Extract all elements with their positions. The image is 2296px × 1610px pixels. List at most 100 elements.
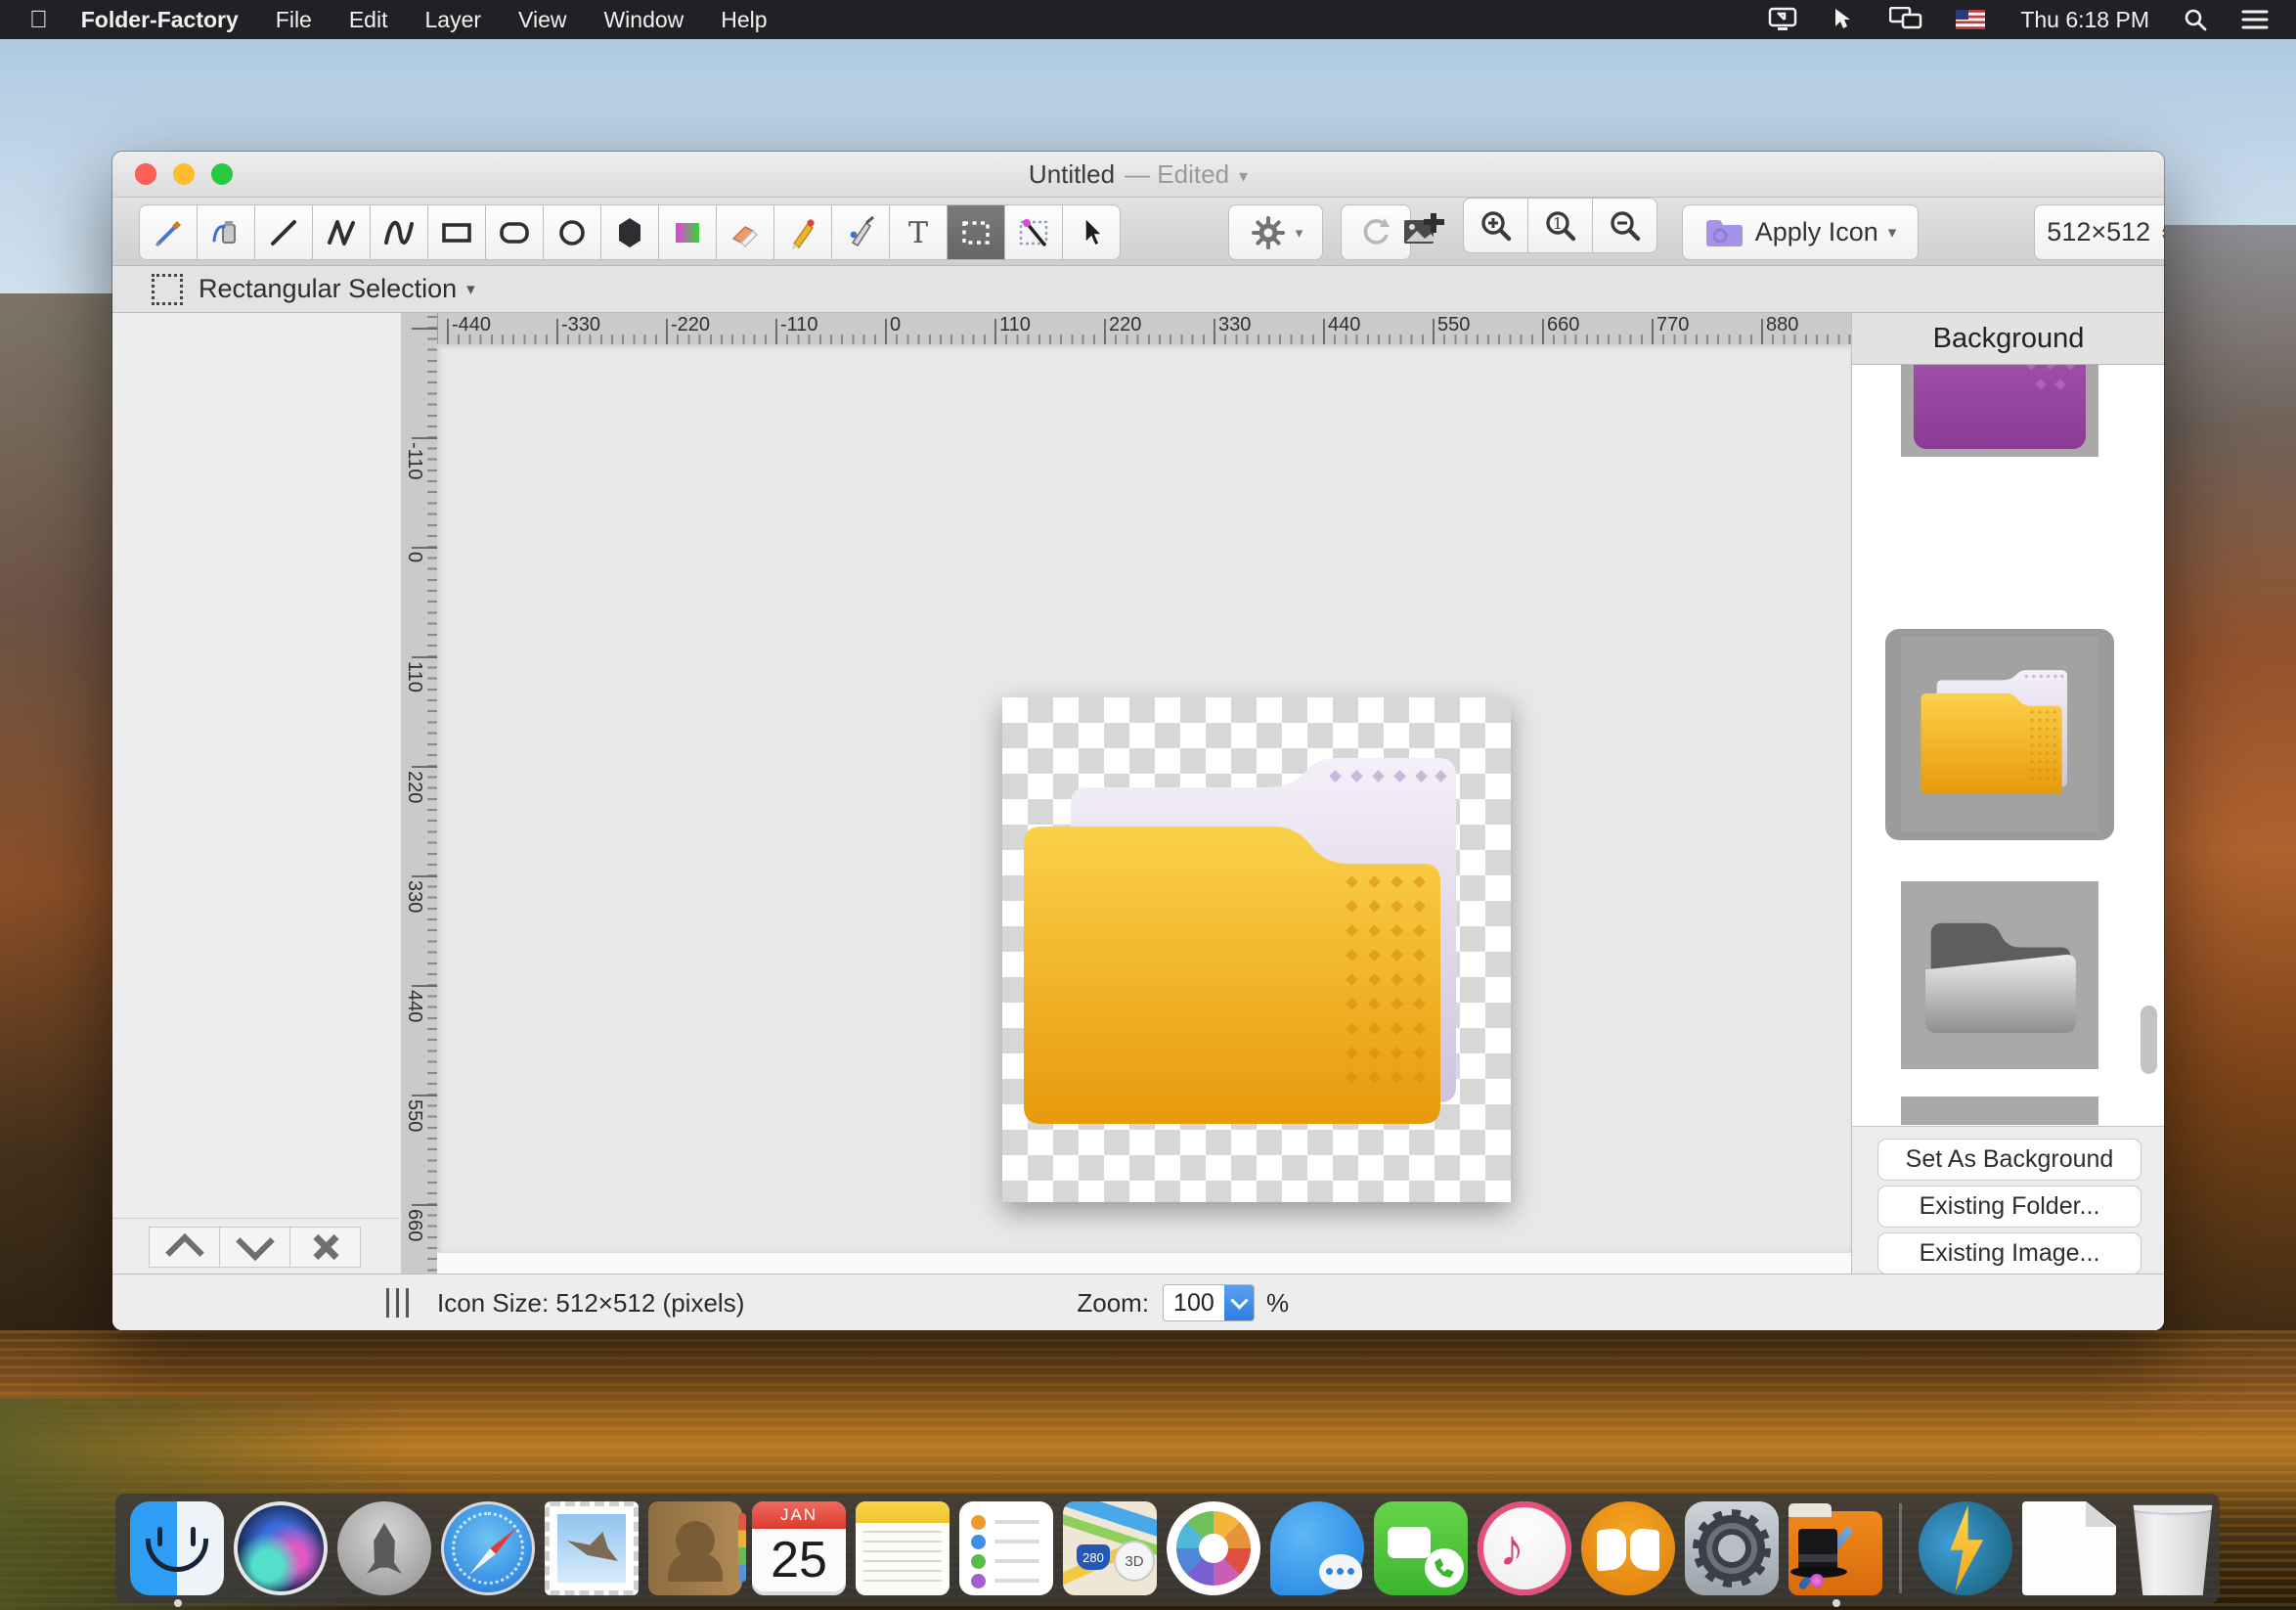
polygon-icon[interactable] [601, 204, 659, 260]
dock-item-photos[interactable] [1167, 1501, 1260, 1595]
ruler-label: 550 [403, 1099, 425, 1132]
dock-item-system-preferences[interactable] [1685, 1501, 1779, 1595]
background-list[interactable] [1852, 365, 2164, 1125]
horizontal-scrollbar[interactable] [437, 1252, 1851, 1275]
calendar-month: JAN [752, 1501, 846, 1529]
paint-bucket-icon[interactable] [198, 204, 255, 260]
chevron-down-icon[interactable]: ▾ [466, 280, 475, 299]
dock-item-safari[interactable] [441, 1501, 535, 1595]
eraser-icon[interactable] [717, 204, 774, 260]
dock-item-trash[interactable] [2126, 1501, 2220, 1595]
selection-mode-label[interactable]: Rectangular Selection [199, 274, 457, 304]
thumbnail-gray-folder[interactable] [1901, 881, 2098, 1069]
dock-item-siri[interactable] [234, 1501, 328, 1595]
dock-item-lightning-app[interactable] [1919, 1501, 2012, 1595]
dock-item-facetime[interactable] [1374, 1501, 1468, 1595]
zoom-actual-icon[interactable]: 1 [1528, 198, 1593, 253]
toolbar: T ▾ [112, 198, 2164, 266]
rect-selection-icon[interactable] [948, 204, 1005, 260]
menu-item-window[interactable]: Window [603, 7, 684, 33]
app-window: Untitled — Edited ▾ [112, 152, 2164, 1330]
menu-item-help[interactable]: Help [721, 7, 767, 33]
zoom-dropdown-button[interactable] [1224, 1285, 1254, 1320]
pencil-icon[interactable] [774, 204, 832, 260]
finder-icon [130, 1501, 224, 1595]
move-down-button[interactable] [220, 1227, 290, 1268]
apply-icon-button[interactable]: Apply Icon ▾ [1682, 204, 1919, 260]
menu-item-layer[interactable]: Layer [424, 7, 481, 33]
text-icon[interactable]: T [890, 204, 948, 260]
percent-label: % [1266, 1288, 1289, 1319]
scrollbar-thumb[interactable] [2141, 1006, 2157, 1074]
chevron-down-icon [236, 1223, 275, 1262]
gradient-icon[interactable] [659, 204, 717, 260]
cursor-arrow-icon[interactable] [1063, 204, 1121, 260]
set-as-background-button[interactable]: Set As Background [1877, 1139, 2141, 1181]
eyedropper-icon[interactable] [139, 204, 198, 260]
icon-size-stepper[interactable]: 512×512 ▴▾ [2034, 204, 2164, 260]
ruler-label: 330 [1218, 314, 1251, 336]
menu-item-file[interactable]: File [276, 7, 312, 33]
dock-item-contacts[interactable] [648, 1501, 742, 1595]
zigzag-icon[interactable] [313, 204, 371, 260]
ruler-label: 770 [1656, 314, 1689, 336]
dock-item-messages[interactable] [1270, 1501, 1364, 1595]
apple-menu[interactable]:  [29, 6, 48, 34]
curve-icon[interactable] [371, 204, 428, 260]
gear-menu-button[interactable]: ▾ [1228, 204, 1323, 260]
rectangle-icon[interactable] [428, 204, 486, 260]
dock-item-books[interactable] [1581, 1501, 1675, 1595]
rounded-rectangle-icon[interactable] [486, 204, 544, 260]
menu-item-view[interactable]: View [518, 7, 566, 33]
icon-canvas[interactable] [1002, 697, 1511, 1202]
chevron-up-icon [165, 1233, 204, 1273]
ellipse-icon[interactable] [544, 204, 601, 260]
maps-shield-label: 280 [1077, 1544, 1110, 1570]
apply-image-button[interactable] [1390, 204, 1458, 258]
dock-item-folder-factory[interactable] [1788, 1501, 1882, 1595]
thumbnail-yellow-folder-selected[interactable] [1885, 629, 2114, 840]
dock-item-finder[interactable] [130, 1501, 224, 1595]
background-list-scrollbar[interactable] [2133, 365, 2164, 1125]
notes-icon [856, 1501, 949, 1595]
knife-icon[interactable] [832, 204, 890, 260]
displays-icon[interactable] [1889, 7, 1922, 32]
menu-clock[interactable]: Thu 6:18 PM [2020, 7, 2149, 33]
status-bar: Icon Size: 512×512 (pixels) Zoom: 100 % [112, 1274, 2164, 1330]
books-icon [1581, 1501, 1675, 1595]
window-title: Untitled — Edited ▾ [112, 152, 2164, 197]
zoom-out-icon[interactable] [1593, 198, 1657, 253]
zoom-combobox[interactable]: 100 [1163, 1284, 1255, 1321]
dock-item-reminders[interactable] [959, 1501, 1053, 1595]
app-menu-title[interactable]: Folder-Factory [81, 7, 239, 33]
dock-item-mail[interactable] [545, 1501, 639, 1595]
notification-center-icon[interactable] [2241, 8, 2269, 31]
existing-image-button[interactable]: Existing Image... [1877, 1232, 2141, 1275]
photos-icon [1167, 1501, 1260, 1595]
existing-folder-button[interactable]: Existing Folder... [1877, 1185, 2141, 1228]
move-up-button[interactable] [149, 1227, 220, 1268]
us-flag-icon[interactable] [1956, 10, 1985, 29]
delete-button[interactable] [290, 1227, 361, 1268]
dock-item-notes[interactable] [856, 1501, 949, 1595]
magic-selection-icon[interactable] [1005, 204, 1063, 260]
thumbnail-purple-folder[interactable] [1901, 365, 2098, 457]
dock-item-document[interactable] [2022, 1501, 2116, 1595]
reminders-icon [959, 1501, 1053, 1595]
dock-item-launchpad[interactable] [337, 1501, 431, 1595]
dock-item-calendar[interactable]: JAN 25 [752, 1501, 846, 1595]
svg-text:T: T [908, 216, 928, 250]
title-chevron-icon[interactable]: ▾ [1239, 166, 1248, 187]
search-icon[interactable] [2183, 7, 2208, 32]
ruler-label: 330 [403, 880, 425, 913]
zoom-in-icon[interactable] [1463, 198, 1528, 253]
drag-handle-icon[interactable] [386, 1288, 416, 1318]
cursor-icon[interactable] [1831, 7, 1856, 32]
dock-item-maps[interactable]: 280 3D [1063, 1501, 1157, 1595]
thumbnail-classic-folder[interactable] [1901, 1096, 2098, 1125]
dock-item-itunes[interactable]: ♪ [1478, 1501, 1571, 1595]
line-icon[interactable] [255, 204, 313, 260]
canvas-viewport[interactable] [437, 344, 1851, 1252]
screen-share-icon[interactable] [1768, 7, 1797, 32]
menu-item-edit[interactable]: Edit [349, 7, 388, 33]
